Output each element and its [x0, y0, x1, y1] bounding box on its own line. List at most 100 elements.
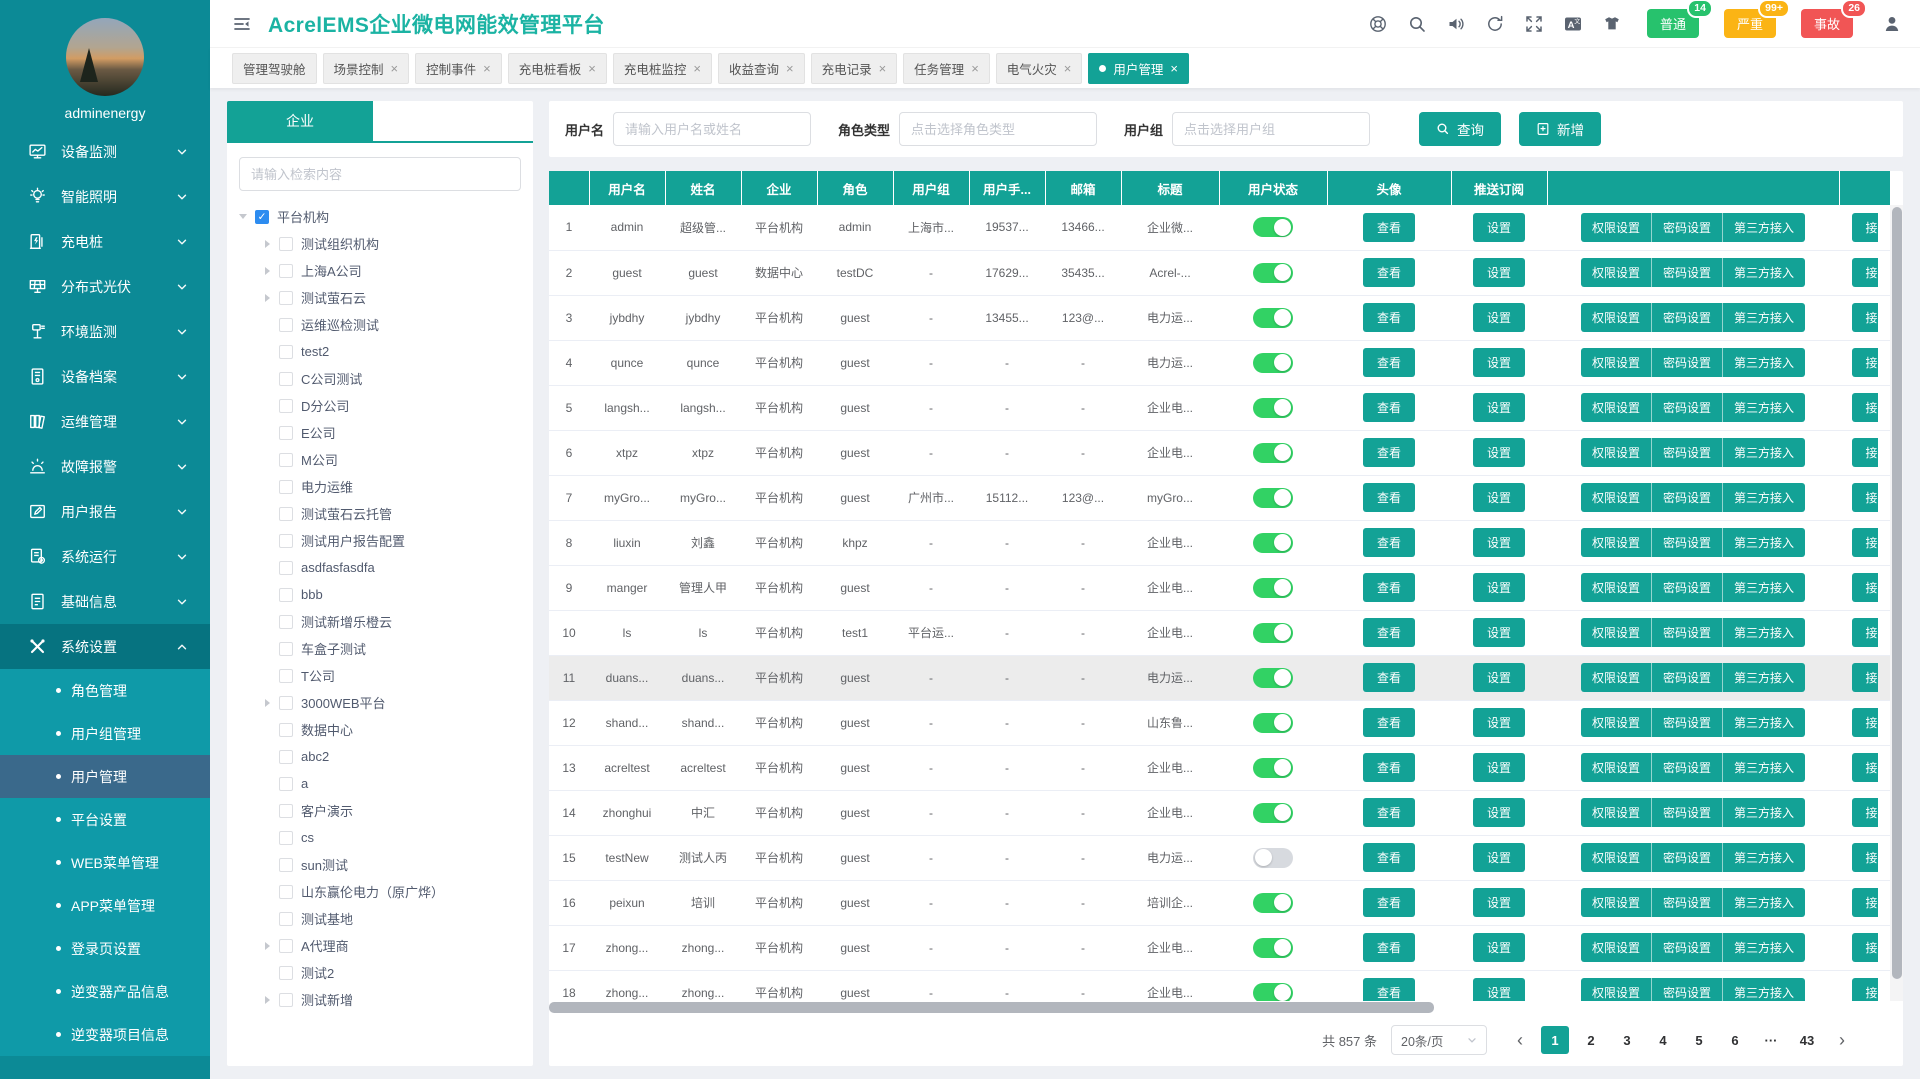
tree-node[interactable]: E公司: [237, 419, 525, 446]
checkbox-unchecked[interactable]: [279, 642, 293, 656]
tree-node[interactable]: 测试萤石云: [237, 284, 525, 311]
user-status-toggle[interactable]: [1253, 938, 1293, 958]
push-setting-button[interactable]: 设置: [1473, 393, 1525, 422]
submenu-item-inverter-product-info[interactable]: 逆变器产品信息: [0, 970, 210, 1013]
close-icon[interactable]: ×: [786, 62, 794, 75]
close-icon[interactable]: ×: [1170, 62, 1178, 75]
checkbox-unchecked[interactable]: [279, 507, 293, 521]
username-filter-input[interactable]: [613, 112, 811, 146]
tree-node[interactable]: a: [237, 770, 525, 797]
sidebar-item-smart-lighting[interactable]: 智能照明: [0, 174, 210, 219]
caret-right-icon[interactable]: [261, 996, 273, 1004]
user-status-toggle[interactable]: [1253, 533, 1293, 553]
table-row[interactable]: 15testNew测试人丙平台机构guest---电力运...查看设置权限设置密…: [549, 835, 1890, 880]
close-icon[interactable]: ×: [483, 62, 491, 75]
support-icon[interactable]: [1368, 14, 1388, 34]
user-status-toggle[interactable]: [1253, 758, 1293, 778]
view-avatar-button[interactable]: 查看: [1363, 978, 1415, 1001]
user-status-toggle[interactable]: [1253, 893, 1293, 913]
close-icon[interactable]: ×: [391, 62, 399, 75]
table-row[interactable]: 7myGro...myGro...平台机构guest广州市...15112...…: [549, 475, 1890, 520]
tab-电气火灾[interactable]: 电气火灾×: [996, 53, 1083, 84]
sidebar-item-system-settings[interactable]: 系统设置: [0, 624, 210, 669]
tree-node[interactable]: 车盒子测试: [237, 635, 525, 662]
tab-充电记录[interactable]: 充电记录×: [811, 53, 898, 84]
add-button[interactable]: 新增: [1519, 112, 1601, 146]
user-status-toggle[interactable]: [1253, 983, 1293, 1002]
user-status-toggle[interactable]: [1253, 263, 1293, 283]
tree-node[interactable]: 测试组织机构: [237, 230, 525, 257]
table-row[interactable]: 2guestguest数据中心testDC-17629...35435...Ac…: [549, 250, 1890, 295]
permission-setting-button[interactable]: 权限设置: [1581, 888, 1652, 917]
password-setting-button[interactable]: 密码设置: [1652, 438, 1723, 467]
caret-right-icon[interactable]: [261, 942, 273, 950]
caret-right-icon[interactable]: [261, 240, 273, 248]
table-row[interactable]: 10lsls平台机构test1平台运...--企业电...查看设置权限设置密码设…: [549, 610, 1890, 655]
tree-node[interactable]: D分公司: [237, 392, 525, 419]
view-avatar-button[interactable]: 查看: [1363, 618, 1415, 647]
third-party-access-button[interactable]: 第三方接入: [1723, 573, 1805, 602]
checkbox-unchecked[interactable]: [279, 345, 293, 359]
tree-node[interactable]: 3000WEB平台: [237, 689, 525, 716]
tree-node[interactable]: T公司: [237, 662, 525, 689]
push-setting-button[interactable]: 设置: [1473, 303, 1525, 332]
permission-setting-button[interactable]: 权限设置: [1581, 753, 1652, 782]
sidebar-item-charging-pile[interactable]: 充电桩: [0, 219, 210, 264]
alarm-badge-severe[interactable]: 严重99+: [1724, 9, 1776, 38]
submenu-item-web-menu-management[interactable]: WEB菜单管理: [0, 841, 210, 884]
checkbox-unchecked[interactable]: [279, 750, 293, 764]
table-row[interactable]: 9manger管理人甲平台机构guest---企业电...查看设置权限设置密码设…: [549, 565, 1890, 610]
submenu-item-user-group-management[interactable]: 用户组管理: [0, 712, 210, 755]
tree-node[interactable]: 测试2: [237, 959, 525, 986]
table-row[interactable]: 4quncequnce平台机构guest---电力运...查看设置权限设置密码设…: [549, 340, 1890, 385]
permission-setting-button[interactable]: 权限设置: [1581, 483, 1652, 512]
permission-setting-button[interactable]: 权限设置: [1581, 843, 1652, 872]
close-icon[interactable]: ×: [879, 62, 887, 75]
third-party-access-button[interactable]: 第三方接入: [1723, 528, 1805, 557]
checkbox-unchecked[interactable]: [279, 669, 293, 683]
third-party-access-button[interactable]: 第三方接入: [1723, 483, 1805, 512]
tree-node[interactable]: bbb: [237, 581, 525, 608]
theme-shirt-icon[interactable]: [1602, 14, 1622, 34]
clipped-action-button[interactable]: 接入: [1852, 843, 1878, 872]
password-setting-button[interactable]: 密码设置: [1652, 303, 1723, 332]
third-party-access-button[interactable]: 第三方接入: [1723, 843, 1805, 872]
push-setting-button[interactable]: 设置: [1473, 618, 1525, 647]
third-party-access-button[interactable]: 第三方接入: [1723, 393, 1805, 422]
permission-setting-button[interactable]: 权限设置: [1581, 213, 1652, 242]
clipped-action-button[interactable]: 接入: [1852, 933, 1878, 962]
push-setting-button[interactable]: 设置: [1473, 438, 1525, 467]
clipped-action-button[interactable]: 接入: [1852, 618, 1878, 647]
third-party-access-button[interactable]: 第三方接入: [1723, 888, 1805, 917]
translate-icon[interactable]: A文: [1563, 14, 1583, 34]
sidebar-item-om-management[interactable]: 运维管理: [0, 399, 210, 444]
permission-setting-button[interactable]: 权限设置: [1581, 798, 1652, 827]
table-row[interactable]: 3jybdhyjybdhy平台机构guest-13455...123@...电力…: [549, 295, 1890, 340]
push-setting-button[interactable]: 设置: [1473, 528, 1525, 557]
submenu-item-user-management[interactable]: 用户管理: [0, 755, 210, 798]
submenu-item-inverter-project-info[interactable]: 逆变器项目信息: [0, 1013, 210, 1056]
password-setting-button[interactable]: 密码设置: [1652, 978, 1723, 1001]
permission-setting-button[interactable]: 权限设置: [1581, 438, 1652, 467]
view-avatar-button[interactable]: 查看: [1363, 843, 1415, 872]
tree-node[interactable]: asdfasfasdfa: [237, 554, 525, 581]
clipped-action-button[interactable]: 接入: [1852, 798, 1878, 827]
user-status-toggle[interactable]: [1253, 713, 1293, 733]
checkbox-unchecked[interactable]: [279, 912, 293, 926]
password-setting-button[interactable]: 密码设置: [1652, 798, 1723, 827]
view-avatar-button[interactable]: 查看: [1363, 708, 1415, 737]
sidebar-item-user-report[interactable]: 用户报告: [0, 489, 210, 534]
push-setting-button[interactable]: 设置: [1473, 483, 1525, 512]
table-row[interactable]: 13acreltestacreltest平台机构guest---企业电...查看…: [549, 745, 1890, 790]
third-party-access-button[interactable]: 第三方接入: [1723, 303, 1805, 332]
sidebar-item-device-monitor[interactable]: 设备监测: [0, 129, 210, 174]
tree-node[interactable]: C公司测试: [237, 365, 525, 392]
clipped-action-button[interactable]: 接入: [1852, 393, 1878, 422]
user-status-toggle[interactable]: [1253, 353, 1293, 373]
view-avatar-button[interactable]: 查看: [1363, 483, 1415, 512]
table-row[interactable]: 1admin超级管...平台机构admin上海市...19537...13466…: [549, 205, 1890, 250]
push-setting-button[interactable]: 设置: [1473, 978, 1525, 1001]
password-setting-button[interactable]: 密码设置: [1652, 933, 1723, 962]
page-number[interactable]: 6: [1721, 1026, 1749, 1054]
table-row[interactable]: 16peixun培训平台机构guest---培训企...查看设置权限设置密码设置…: [549, 880, 1890, 925]
